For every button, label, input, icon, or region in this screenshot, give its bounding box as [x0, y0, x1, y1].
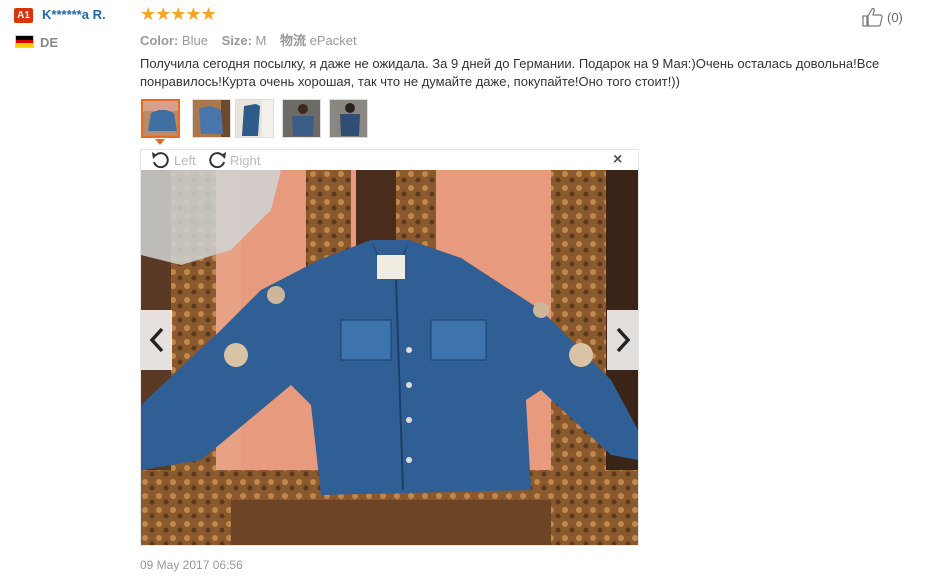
review-text: Получила сегодня посылку, я даже не ожид… — [140, 56, 880, 89]
reviewer-country: DE — [40, 35, 59, 50]
close-viewer-button[interactable]: × — [613, 151, 622, 169]
thumbs-up-icon — [862, 8, 883, 27]
size-value: M — [255, 33, 267, 48]
review-photo-thumbnail[interactable] — [329, 99, 368, 138]
rotate-right-button[interactable]: Right — [206, 150, 260, 170]
review-photo-thumbnail[interactable] — [141, 99, 180, 138]
review-date: 09 May 2017 06:56 — [140, 558, 243, 572]
review-photo-thumbnail[interactable] — [192, 99, 231, 138]
order-attributes: Color: Blue Size: M 物流 ePacket — [140, 30, 367, 49]
review-photo-thumbnail[interactable] — [235, 99, 274, 138]
rotate-right-icon — [209, 152, 226, 169]
helpful-count: (0) — [887, 9, 903, 25]
star-rating: ★★★★★ — [140, 4, 217, 24]
germany-flag-icon — [15, 35, 34, 48]
next-photo-button[interactable] — [607, 310, 638, 370]
shipping-label: 物流 — [280, 33, 307, 48]
rotate-left-label: Left — [174, 152, 196, 168]
rotate-left-button[interactable]: Left — [150, 150, 196, 170]
color-value: Blue — [181, 33, 208, 48]
rotate-left-icon — [152, 152, 169, 169]
reviewer-name: K******a R. — [42, 7, 106, 22]
size-label: Size: — [221, 33, 252, 48]
chevron-left-icon — [149, 327, 163, 353]
shipping-value: ePacket — [309, 33, 357, 48]
rotate-right-label: Right — [230, 152, 261, 168]
helpful-button[interactable]: (0) — [862, 7, 903, 27]
review-photo — [141, 170, 638, 545]
chevron-right-icon — [616, 327, 630, 353]
active-thumbnail-indicator — [155, 139, 165, 145]
previous-photo-button[interactable] — [141, 310, 172, 370]
color-label: Color: — [140, 33, 179, 48]
review-photo-thumbnail[interactable] — [282, 99, 321, 138]
buyer-level-badge: A1 — [14, 8, 33, 23]
